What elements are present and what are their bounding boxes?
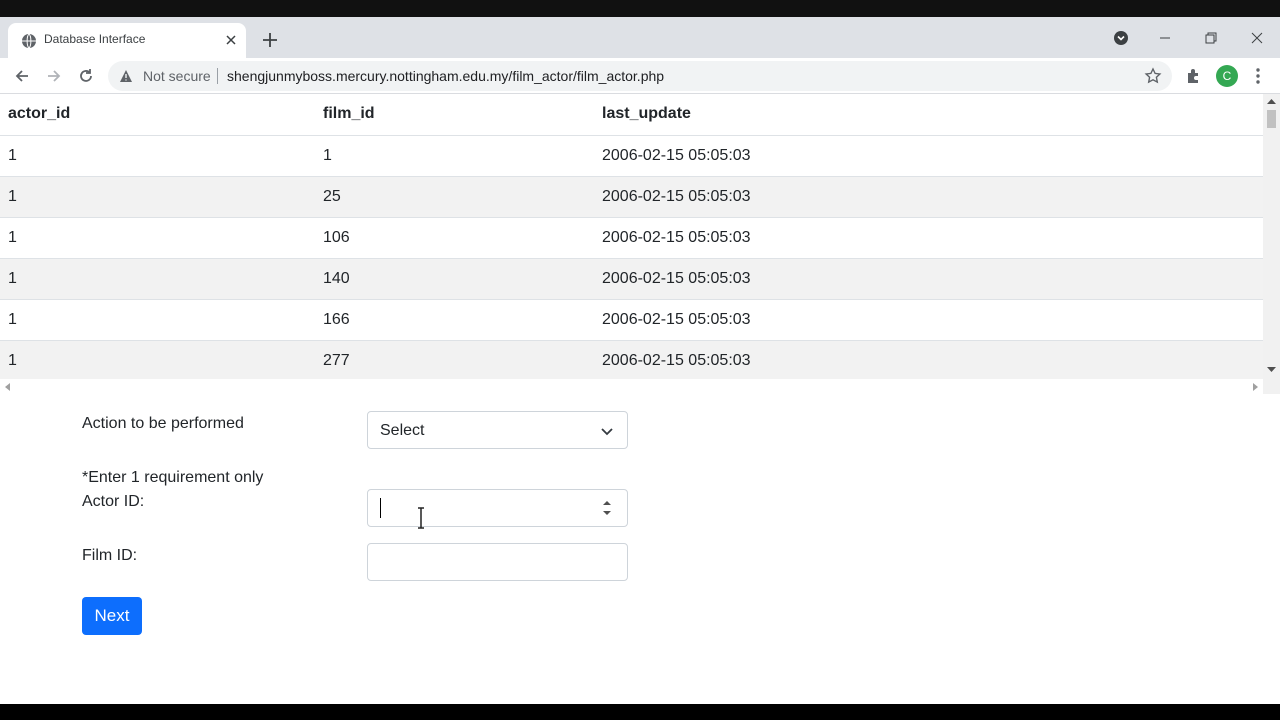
table-row: 1 140 2006-02-15 05:05:03 bbox=[0, 258, 1263, 300]
reload-icon[interactable] bbox=[76, 66, 96, 86]
tab-database-interface[interactable]: Database Interface bbox=[8, 23, 246, 58]
warning-icon[interactable] bbox=[119, 69, 133, 83]
action-label: Action to be performed bbox=[82, 415, 244, 432]
tab-strip: Database Interface bbox=[0, 17, 1280, 58]
text-caret bbox=[380, 498, 381, 518]
table-row: 1 106 2006-02-15 05:05:03 bbox=[0, 217, 1263, 259]
security-label[interactable]: Not secure bbox=[143, 68, 211, 84]
chevron-down-icon bbox=[601, 428, 613, 436]
actor-id-input[interactable] bbox=[367, 489, 628, 527]
film-id-input[interactable] bbox=[367, 543, 628, 581]
url-text[interactable]: shengjunmyboss.mercury.nottingham.edu.my… bbox=[227, 68, 664, 84]
bottom-bar bbox=[0, 704, 1280, 720]
cell-actor-id: 1 bbox=[0, 217, 315, 259]
top-bar bbox=[0, 0, 1280, 17]
globe-icon bbox=[22, 33, 36, 49]
forward-arrow-icon[interactable] bbox=[44, 66, 64, 86]
column-header-film-id: film_id bbox=[315, 94, 594, 136]
bookmark-star-icon[interactable] bbox=[1144, 67, 1162, 85]
cell-actor-id: 1 bbox=[0, 258, 315, 300]
film-id-label: Film ID: bbox=[82, 547, 138, 564]
action-select-value: Select bbox=[380, 422, 425, 439]
table-container[interactable]: actor_id film_id last_update 1 1 2006-02… bbox=[0, 94, 1263, 379]
cell-last-update: 2006-02-15 05:05:03 bbox=[594, 340, 1263, 379]
minimize-icon[interactable] bbox=[1153, 26, 1177, 50]
action-form: Action to be performed Select *Enter 1 r… bbox=[0, 394, 1263, 704]
address-separator bbox=[217, 68, 218, 84]
next-button[interactable]: Next bbox=[82, 597, 142, 635]
scroll-left-arrow-icon[interactable] bbox=[5, 383, 11, 391]
action-select[interactable]: Select bbox=[367, 411, 628, 449]
vertical-scrollbar[interactable] bbox=[1263, 94, 1280, 379]
screen: Database Interface Not secure shengjunmy… bbox=[0, 0, 1280, 720]
back-arrow-icon[interactable] bbox=[12, 66, 32, 86]
cell-actor-id: 1 bbox=[0, 176, 315, 218]
requirement-note: *Enter 1 requirement only bbox=[82, 469, 264, 486]
table-row: 1 1 2006-02-15 05:05:03 bbox=[0, 135, 1263, 177]
scroll-up-arrow-icon[interactable] bbox=[1267, 98, 1276, 105]
cell-last-update: 2006-02-15 05:05:03 bbox=[594, 258, 1263, 300]
cell-last-update: 2006-02-15 05:05:03 bbox=[594, 135, 1263, 177]
number-spinner-icon[interactable] bbox=[598, 496, 616, 520]
scroll-right-arrow-icon[interactable] bbox=[1252, 383, 1258, 391]
tab-search-icon[interactable] bbox=[1109, 26, 1133, 50]
horizontal-scrollbar[interactable] bbox=[0, 379, 1263, 394]
cell-film-id: 166 bbox=[315, 299, 594, 341]
window-close-icon[interactable] bbox=[1245, 26, 1269, 50]
column-header-actor-id: actor_id bbox=[0, 94, 315, 136]
cell-film-id: 25 bbox=[315, 176, 594, 218]
page-content: actor_id film_id last_update 1 1 2006-02… bbox=[0, 94, 1280, 704]
cell-actor-id: 1 bbox=[0, 340, 315, 379]
film-actor-table: actor_id film_id last_update 1 1 2006-02… bbox=[0, 94, 1263, 379]
table-header-row: actor_id film_id last_update bbox=[0, 94, 1263, 136]
cell-actor-id: 1 bbox=[0, 135, 315, 177]
profile-avatar[interactable]: C bbox=[1216, 65, 1238, 87]
extensions-puzzle-icon[interactable] bbox=[1184, 66, 1204, 86]
cell-actor-id: 1 bbox=[0, 299, 315, 341]
new-tab-plus-icon[interactable] bbox=[259, 29, 281, 51]
address-bar[interactable]: Not secure shengjunmyboss.mercury.nottin… bbox=[108, 61, 1172, 91]
vertical-scroll-thumb[interactable] bbox=[1267, 110, 1276, 128]
cell-last-update: 2006-02-15 05:05:03 bbox=[594, 176, 1263, 218]
cell-film-id: 140 bbox=[315, 258, 594, 300]
table-row: 1 25 2006-02-15 05:05:03 bbox=[0, 176, 1263, 218]
restore-icon[interactable] bbox=[1199, 26, 1223, 50]
table-row: 1 277 2006-02-15 05:05:03 bbox=[0, 340, 1263, 379]
cell-film-id: 277 bbox=[315, 340, 594, 379]
tab-close-icon[interactable] bbox=[222, 31, 240, 49]
cell-film-id: 106 bbox=[315, 217, 594, 259]
table-row: 1 166 2006-02-15 05:05:03 bbox=[0, 299, 1263, 341]
more-menu-icon[interactable] bbox=[1250, 66, 1266, 86]
text-cursor-icon bbox=[418, 507, 424, 529]
cell-last-update: 2006-02-15 05:05:03 bbox=[594, 217, 1263, 259]
cell-film-id: 1 bbox=[315, 135, 594, 177]
column-header-last-update: last_update bbox=[594, 94, 1263, 136]
cell-last-update: 2006-02-15 05:05:03 bbox=[594, 299, 1263, 341]
browser-toolbar: Not secure shengjunmyboss.mercury.nottin… bbox=[0, 58, 1280, 94]
actor-id-label: Actor ID: bbox=[82, 493, 145, 510]
tab-title: Database Interface bbox=[44, 32, 146, 46]
scroll-down-arrow-icon[interactable] bbox=[1267, 366, 1276, 373]
scrollbar-corner bbox=[1263, 379, 1280, 394]
